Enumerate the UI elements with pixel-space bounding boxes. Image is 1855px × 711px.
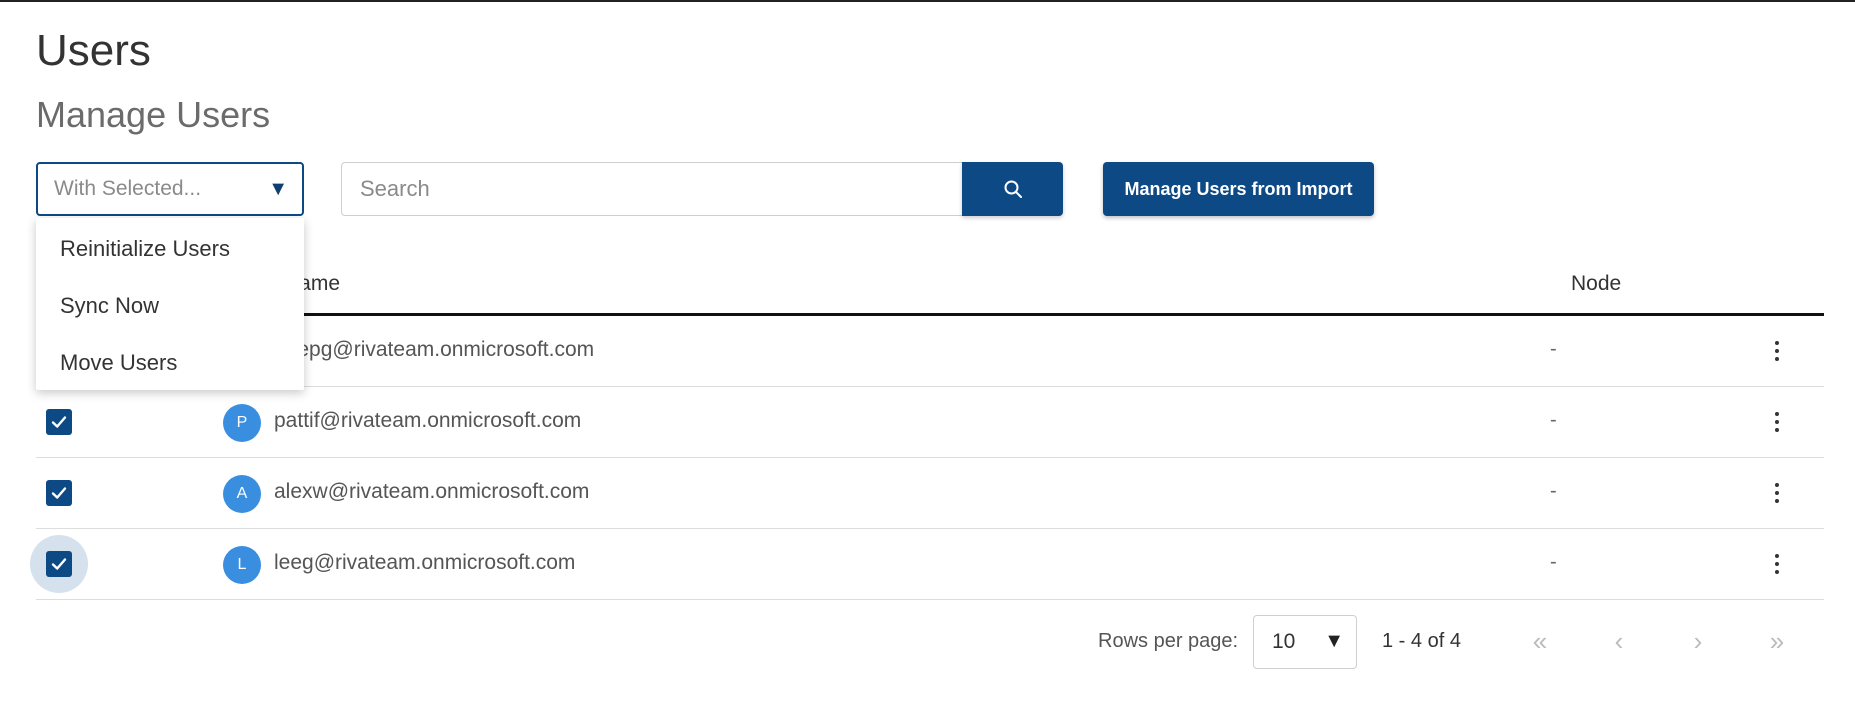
user-email: deepg@rivateam.onmicrosoft.com <box>274 338 595 361</box>
avatar: A <box>223 475 261 513</box>
next-page-button[interactable]: › <box>1683 626 1713 656</box>
rows-per-page-value: 10 <box>1272 630 1296 653</box>
row-checkbox[interactable] <box>30 535 88 593</box>
check-icon <box>51 487 67 499</box>
more-vertical-icon[interactable] <box>1770 333 1784 369</box>
node-value: - <box>1550 551 1557 573</box>
table-header: Name Node <box>36 262 1824 316</box>
menu-item-move-users[interactable]: Move Users <box>36 334 304 391</box>
more-vertical-icon[interactable] <box>1770 475 1784 511</box>
table-row: P pattif@rivateam.onmicrosoft.com - <box>36 387 1824 458</box>
first-page-button[interactable]: « <box>1525 626 1555 656</box>
search-icon <box>1004 180 1022 198</box>
table-row: A alexw@rivateam.onmicrosoft.com - <box>36 458 1824 529</box>
user-email: pattif@rivateam.onmicrosoft.com <box>274 409 582 432</box>
user-email: alexw@rivateam.onmicrosoft.com <box>274 480 590 503</box>
manage-users-from-import-button[interactable]: Manage Users from Import <box>1103 162 1374 216</box>
check-icon <box>51 416 67 428</box>
node-value: - <box>1550 409 1557 431</box>
table-row: L leeg@rivateam.onmicrosoft.com - <box>30 529 1824 600</box>
search-field <box>341 162 963 216</box>
search-input[interactable] <box>342 163 963 215</box>
rows-per-page-label: Rows per page: <box>1098 630 1239 652</box>
check-icon <box>51 558 67 570</box>
table-row: D deepg@rivateam.onmicrosoft.com - <box>36 316 1824 387</box>
users-table: Name Node D deepg@rivateam.onmicrosoft.c… <box>30 262 1824 600</box>
user-email: leeg@rivateam.onmicrosoft.com <box>274 551 576 574</box>
menu-item-sync-now[interactable]: Sync Now <box>36 277 304 334</box>
bulk-action-placeholder: With Selected... <box>54 177 202 200</box>
avatar: P <box>223 404 261 442</box>
bulk-action-select[interactable]: With Selected... ▼ <box>36 162 304 216</box>
search-button[interactable] <box>962 162 1063 216</box>
page-range-label: 1 - 4 of 4 <box>1382 630 1461 652</box>
caret-down-icon: ▼ <box>1324 630 1344 652</box>
more-vertical-icon[interactable] <box>1770 404 1784 440</box>
node-value: - <box>1550 338 1557 360</box>
bulk-action-menu: Reinitialize Users Sync Now Move Users <box>36 218 304 390</box>
caret-down-icon: ▼ <box>268 178 288 200</box>
avatar: L <box>223 546 261 584</box>
node-value: - <box>1550 480 1557 502</box>
prev-page-button[interactable]: ‹ <box>1604 626 1634 656</box>
row-checkbox[interactable] <box>30 393 88 451</box>
menu-item-reinitialize-users[interactable]: Reinitialize Users <box>36 220 304 277</box>
last-page-button[interactable]: » <box>1762 626 1792 656</box>
page-title: Users <box>36 26 151 75</box>
rows-per-page-select[interactable]: 10 ▼ <box>1253 615 1357 669</box>
pagination: Rows per page: 10 ▼ 1 - 4 of 4 « ‹ › » <box>0 614 1855 670</box>
more-vertical-icon[interactable] <box>1770 546 1784 582</box>
row-checkbox[interactable] <box>30 464 88 522</box>
column-header-node[interactable]: Node <box>1571 272 1621 296</box>
page-subtitle: Manage Users <box>36 94 271 135</box>
